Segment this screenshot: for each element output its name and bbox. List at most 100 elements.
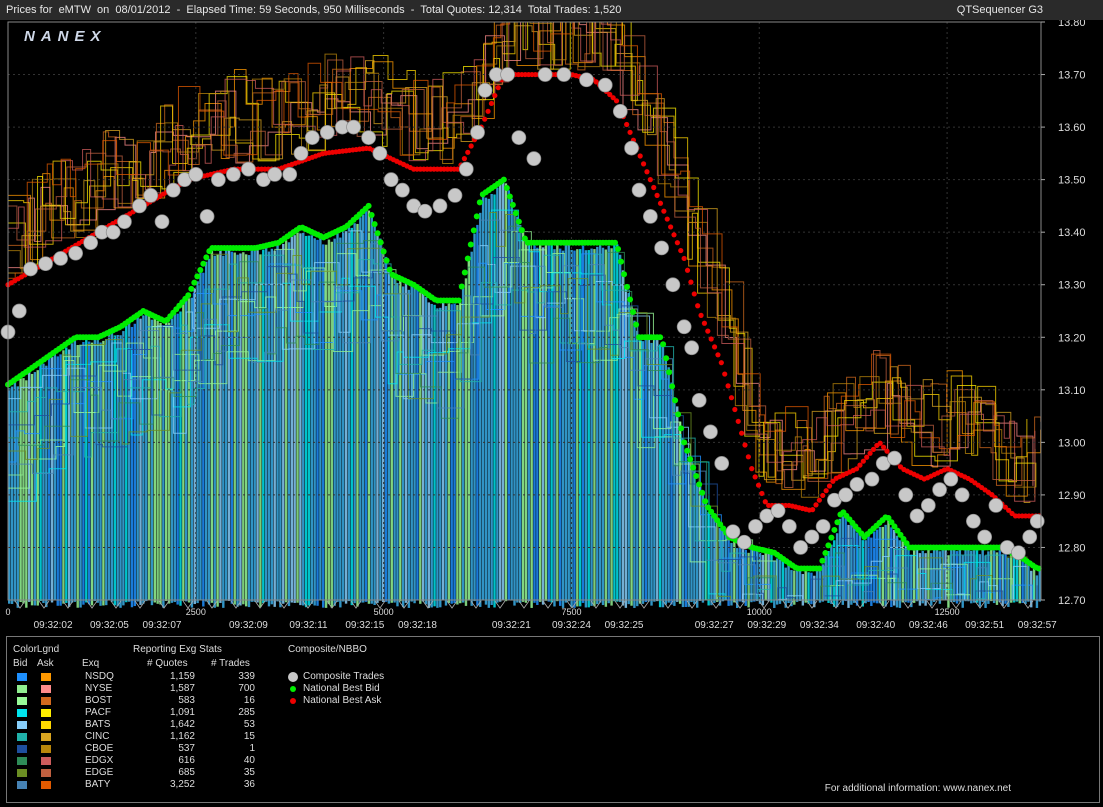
- best-bid-point: [374, 230, 381, 237]
- y-tick-label: 13.10: [1058, 385, 1086, 397]
- best-bid-point: [368, 212, 375, 219]
- exchange-name: PACF: [85, 707, 111, 718]
- bid-fill-bar: [798, 569, 802, 602]
- bid-fill-bar: [656, 338, 659, 602]
- trade-count: 40: [243, 755, 255, 766]
- composite-trade-point: [736, 534, 752, 550]
- composite-trade-point: [477, 82, 493, 98]
- composite-trade-point: [977, 529, 993, 545]
- bid-fill-bar: [416, 286, 419, 601]
- best-ask-point: [465, 149, 471, 155]
- best-ask-point: [482, 116, 488, 122]
- composite-trade-point: [211, 172, 226, 187]
- bid-fill-bar: [547, 244, 550, 602]
- composite-trade-point: [304, 130, 320, 145]
- bid-fill-bar: [427, 302, 431, 608]
- bid-fill-bar: [133, 323, 137, 607]
- best-bid-point: [687, 456, 694, 463]
- composite-trade-point: [432, 198, 448, 214]
- composite-trade-point: [838, 487, 854, 503]
- best-ask-point: [664, 216, 670, 222]
- bid-fill-bar: [224, 248, 228, 601]
- best-bid-point: [371, 221, 378, 228]
- composite-trade-point: [793, 540, 808, 555]
- composite-trade-point: [624, 140, 639, 156]
- quote-count: 685: [178, 767, 195, 778]
- y-axis: 13.8013.7013.6013.5013.4013.3013.2013.10…: [1041, 17, 1086, 607]
- composite-trade-point: [395, 182, 410, 198]
- composite-trade-point: [579, 72, 594, 88]
- best-bid-point: [512, 210, 519, 217]
- composite-trade-point: [53, 251, 68, 266]
- bid-fill-bar: [807, 572, 810, 604]
- best-ask-point: [644, 169, 650, 175]
- best-bid-point: [383, 257, 390, 264]
- best-ask-point: [691, 291, 697, 297]
- best-ask-point: [674, 240, 680, 246]
- best-bid-point: [672, 397, 679, 404]
- bid-fill-bar: [147, 313, 151, 601]
- ask-color-swatch: [41, 673, 51, 681]
- bid-fill-bar: [284, 240, 288, 603]
- bid-fill-bar: [419, 292, 422, 604]
- best-bid-point: [470, 227, 477, 234]
- bid-fill-bar: [30, 373, 34, 606]
- bid-fill-bar: [733, 541, 736, 603]
- bid-fill-bar: [153, 318, 156, 603]
- best-bid-point: [380, 248, 387, 255]
- composite-trade-point: [612, 103, 628, 119]
- best-bid-point: [693, 472, 700, 479]
- bid-color-swatch: [17, 673, 27, 681]
- quote-count: 1,162: [169, 731, 195, 742]
- legend-panel: ColorLgnd Bid Ask Exq Reporting Exg Stat…: [6, 636, 1100, 803]
- trade-count: 285: [238, 707, 255, 718]
- composite-trade-point: [383, 172, 399, 187]
- bid-fill-bar: [176, 313, 179, 605]
- bid-fill-bar: [290, 236, 294, 603]
- x-time-label: 09:32:02: [34, 620, 73, 631]
- best-ask-point: [759, 490, 765, 497]
- footer-link[interactable]: For additional information: www.nanex.ne…: [825, 783, 1011, 794]
- composite-trade-point: [1011, 545, 1026, 561]
- best-bid-point: [377, 239, 384, 246]
- composite-trade-point: [748, 519, 763, 534]
- bid-fill-bar: [858, 530, 862, 601]
- bid-fill-bar: [16, 386, 19, 608]
- bid-fill-bar: [590, 248, 593, 606]
- y-tick-label: 13.70: [1058, 70, 1086, 82]
- bid-fill-bar: [1021, 560, 1024, 604]
- x-count-label: 5000: [374, 607, 394, 617]
- composite-trade-point: [537, 67, 553, 82]
- best-bid-point: [627, 296, 634, 303]
- bid-fill-bar: [598, 245, 602, 603]
- composite-trade-point: [143, 188, 159, 203]
- trade-count: 700: [238, 683, 255, 694]
- trade-count: 35: [243, 767, 255, 778]
- bid-fill-bar: [815, 568, 819, 601]
- best-ask-point: [613, 98, 620, 104]
- quote-count: 583: [178, 695, 195, 706]
- bid-fill-bar: [724, 530, 727, 601]
- bid-fill-bar: [410, 284, 413, 602]
- composite-trade-point: [105, 224, 121, 240]
- composite-trade-point: [770, 503, 786, 519]
- bid-color-swatch: [17, 697, 27, 705]
- bid-fill-bar: [207, 258, 211, 605]
- best-ask-point: [657, 200, 664, 206]
- best-bid-point: [831, 526, 838, 533]
- best-bid-point: [612, 239, 619, 246]
- bid-fill-bar: [107, 332, 111, 601]
- exchange-name: BOST: [85, 695, 113, 706]
- exchange-stats-title: Reporting Exg Stats: [133, 644, 222, 655]
- best-ask-point: [468, 143, 474, 149]
- bid-fill-bar: [230, 251, 234, 604]
- best-ask-point: [739, 430, 745, 436]
- composite-trade-point: [804, 529, 820, 545]
- best-ask-point: [701, 320, 708, 326]
- quote-count: 3,252: [169, 779, 195, 790]
- best-bid-point: [515, 218, 522, 225]
- bid-fill-bar: [441, 300, 445, 601]
- x-time-label: 09:32:57: [1018, 620, 1057, 631]
- ask-color-swatch: [41, 769, 51, 777]
- best-ask-point: [681, 255, 687, 262]
